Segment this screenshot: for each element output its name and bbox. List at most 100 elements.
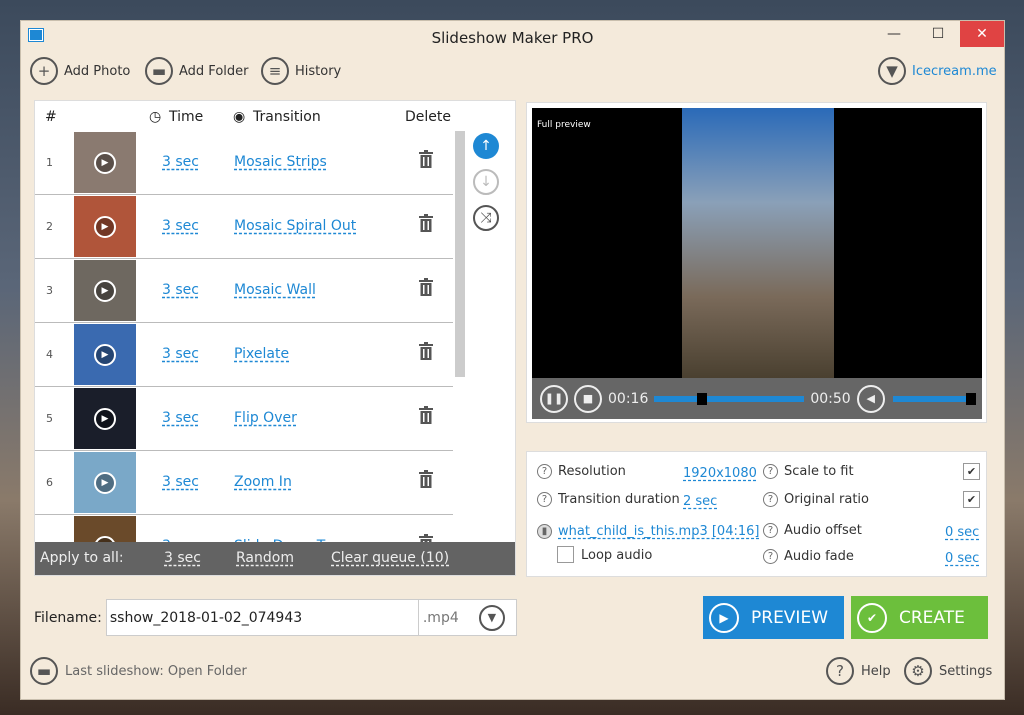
minimize-button[interactable]: — [872, 21, 916, 47]
icecream-link[interactable]: ▼ Icecream.me [878, 57, 997, 85]
loop-audio-label: Loop audio [581, 548, 653, 563]
slide-thumbnail[interactable]: ▶ [74, 132, 136, 193]
play-icon[interactable]: ▶ [94, 279, 116, 302]
play-icon[interactable]: ▶ [94, 471, 116, 494]
help-icon[interactable]: ? [763, 492, 778, 507]
settings-button[interactable]: ⚙ Settings [904, 657, 992, 685]
history-label: History [295, 63, 342, 79]
table-row[interactable]: 7 ▶ 3 sec Slide Down T [35, 515, 453, 544]
table-row[interactable]: 1 ▶ 3 sec Mosaic Strips [35, 131, 453, 195]
loop-audio-checkbox[interactable] [557, 546, 574, 563]
preview-panel: Full preview ❚❚ ■ 00:16 00:50 ◀ [526, 102, 987, 423]
shuffle-icon[interactable]: ⤨ [473, 205, 499, 231]
apply-label: Apply to all: [40, 550, 124, 566]
row-time-link[interactable]: 3 sec [162, 282, 199, 298]
row-transition-link[interactable]: Mosaic Strips [234, 154, 327, 170]
row-transition-link[interactable]: Mosaic Wall [234, 282, 316, 298]
trash-icon[interactable] [419, 342, 433, 360]
trash-icon[interactable] [419, 470, 433, 488]
stop-icon[interactable]: ■ [574, 384, 602, 413]
transition-icon: ◉ [233, 109, 246, 125]
help-button[interactable]: ? Help [826, 657, 891, 685]
maximize-button[interactable]: ☐ [916, 21, 960, 47]
row-time-link[interactable]: 3 sec [162, 410, 199, 426]
audio-offset-link[interactable]: 0 sec [945, 525, 979, 540]
apply-time-link[interactable]: 3 sec [164, 550, 201, 566]
row-transition-link[interactable]: Mosaic Spiral Out [234, 218, 356, 234]
row-number: 1 [46, 156, 53, 169]
slide-thumbnail[interactable]: ▶ [74, 260, 136, 321]
title-bar: Slideshow Maker PRO — ☐ ✕ [21, 21, 1004, 55]
video-frame [682, 108, 834, 378]
add-folder-button[interactable]: ▬ Add Folder [145, 57, 248, 85]
volume-knob[interactable] [965, 392, 976, 405]
slide-list: # ◷ Time ◉ Transition Delete 1 ▶ 3 sec M… [34, 100, 516, 576]
table-row[interactable]: 2 ▶ 3 sec Mosaic Spiral Out [35, 195, 453, 259]
slide-thumbnail[interactable]: ▶ [74, 516, 136, 544]
scale-to-fit-checkbox[interactable]: ✔ [963, 463, 980, 480]
play-icon[interactable]: ▶ [94, 151, 116, 174]
row-transition-link[interactable]: Pixelate [234, 346, 289, 362]
add-photo-button[interactable]: + Add Photo [30, 57, 130, 85]
play-icon[interactable]: ▶ [94, 343, 116, 366]
help-icon[interactable]: ? [763, 464, 778, 479]
seek-bar[interactable] [654, 392, 805, 405]
clear-queue-link[interactable]: Clear queue (10) [331, 550, 449, 566]
last-slideshow-link[interactable]: ▬ Last slideshow: Open Folder [30, 657, 247, 685]
audio-fade-link[interactable]: 0 sec [945, 551, 979, 566]
video-player[interactable]: Full preview [532, 108, 982, 378]
trash-icon[interactable] [419, 214, 433, 232]
trash-icon[interactable] [419, 278, 433, 296]
slide-thumbnail[interactable]: ▶ [74, 324, 136, 385]
audio-file-link[interactable]: what_child_is_this.mp3 [04:16] [558, 524, 759, 539]
resolution-link[interactable]: 1920x1080 [683, 466, 757, 481]
header-time: Time [169, 109, 204, 125]
scale-to-fit-label: Scale to fit [784, 464, 854, 479]
filename-input[interactable]: sshow_2018-01-02_074943 [107, 600, 419, 635]
trash-icon[interactable]: ▮ [537, 524, 552, 539]
move-up-icon[interactable]: ↑ [473, 133, 499, 159]
icecream-link-label: Icecream.me [912, 63, 997, 79]
apply-random-link[interactable]: Random [236, 550, 294, 566]
table-row[interactable]: 5 ▶ 3 sec Flip Over [35, 387, 453, 451]
settings-panel: ? Resolution 1920x1080 ? Transition durati… [526, 451, 987, 577]
help-icon[interactable]: ? [763, 523, 778, 538]
play-icon[interactable]: ▶ [94, 407, 116, 430]
row-time-link[interactable]: 3 sec [162, 154, 199, 170]
slide-thumbnail[interactable]: ▶ [74, 388, 136, 449]
original-ratio-checkbox[interactable]: ✔ [963, 491, 980, 508]
move-down-icon[interactable]: ↓ [473, 169, 499, 195]
help-icon[interactable]: ? [763, 549, 778, 564]
chevron-down-icon[interactable]: ▼ [478, 604, 505, 631]
trash-icon[interactable] [419, 406, 433, 424]
slide-thumbnail[interactable]: ▶ [74, 452, 136, 513]
play-icon[interactable]: ▶ [94, 215, 116, 238]
create-button[interactable]: ✔ CREATE [851, 596, 988, 639]
volume-slider[interactable] [892, 392, 976, 405]
transition-duration-link[interactable]: 2 sec [683, 494, 717, 509]
volume-icon[interactable]: ◀ [856, 384, 885, 413]
table-row[interactable]: 4 ▶ 3 sec Pixelate [35, 323, 453, 387]
row-time-link[interactable]: 3 sec [162, 474, 199, 490]
slide-thumbnail[interactable]: ▶ [74, 196, 136, 257]
scrollbar[interactable] [455, 131, 465, 377]
row-transition-link[interactable]: Zoom In [234, 474, 292, 490]
seek-knob[interactable] [697, 392, 708, 405]
preview-button[interactable]: ▶ PREVIEW [703, 596, 844, 639]
row-time-link[interactable]: 3 sec [162, 218, 199, 234]
rows: 1 ▶ 3 sec Mosaic Strips 2 ▶ 3 sec Mosaic… [35, 131, 455, 544]
row-number: 6 [46, 476, 53, 489]
help-icon[interactable]: ? [537, 492, 552, 507]
history-button[interactable]: ≡ History [261, 57, 341, 85]
help-icon[interactable]: ? [537, 464, 552, 479]
trash-icon[interactable] [419, 150, 433, 168]
pause-icon[interactable]: ❚❚ [540, 384, 568, 413]
row-time-link[interactable]: 3 sec [162, 346, 199, 362]
table-row[interactable]: 3 ▶ 3 sec Mosaic Wall [35, 259, 453, 323]
close-button[interactable]: ✕ [960, 21, 1004, 47]
filename-label: Filename: [34, 609, 102, 626]
row-transition-link[interactable]: Flip Over [234, 410, 297, 426]
header-delete: Delete [405, 109, 451, 125]
table-row[interactable]: 6 ▶ 3 sec Zoom In [35, 451, 453, 515]
extension-select[interactable]: .mp4 [419, 610, 479, 626]
